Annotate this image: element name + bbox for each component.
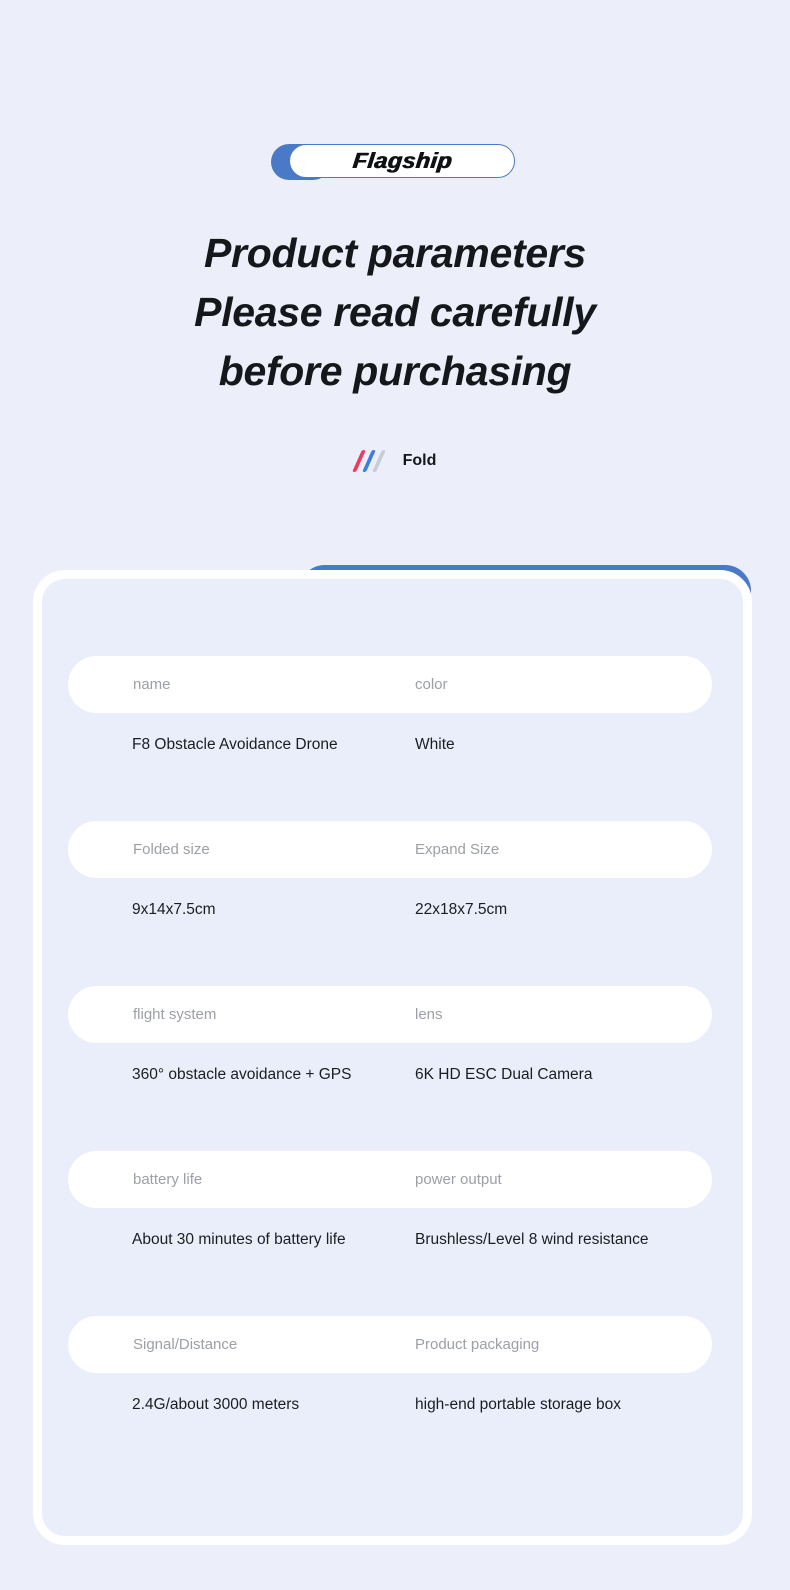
- row-label-left: flight system: [133, 1006, 217, 1023]
- page-title-line-3: before purchasing: [218, 348, 572, 394]
- row-label-pill: flight system lens: [68, 986, 712, 1043]
- row-label-right: lens: [415, 1006, 443, 1023]
- row-values: 9x14x7.5cm 22x18x7.5cm: [68, 901, 728, 927]
- row-value-right: Brushless/Level 8 wind resistance: [415, 1231, 649, 1248]
- flagship-badge: Flagship: [0, 144, 790, 180]
- row-value-right: 22x18x7.5cm: [415, 901, 508, 918]
- row-value-right: White: [415, 736, 455, 753]
- row-value-right: high-end portable storage box: [415, 1396, 621, 1413]
- row-label-left: Folded size: [133, 841, 210, 858]
- row-value-left: 360° obstacle avoidance + GPS: [132, 1066, 352, 1083]
- fold-marker: Fold: [0, 450, 790, 472]
- row-value-right: 6K HD ESC Dual Camera: [415, 1066, 593, 1083]
- row-label-left: Signal/Distance: [133, 1336, 238, 1353]
- row-values: F8 Obstacle Avoidance Drone White: [68, 736, 728, 762]
- parameters-card: name color F8 Obstacle Avoidance Drone Whit…: [0, 560, 790, 1560]
- page-title-line-1: Product parameters: [204, 230, 586, 276]
- row-value-left: About 30 minutes of battery life: [132, 1231, 346, 1248]
- row-values: 360° obstacle avoidance + GPS 6K HD ESC D…: [68, 1066, 728, 1092]
- row-label-pill: Folded size Expand Size: [68, 821, 712, 878]
- page-title: Product parameters Please read carefully…: [0, 224, 790, 401]
- badge-label: Flagship: [351, 148, 454, 173]
- parameters-table: name color F8 Obstacle Avoidance Drone Whit…: [0, 560, 790, 1560]
- row-label-pill: name color: [68, 656, 712, 713]
- row-label-pill: battery life power output: [68, 1151, 712, 1208]
- row-label-right: power output: [415, 1171, 502, 1188]
- row-label-pill: Signal/Distance Product packaging: [68, 1316, 712, 1373]
- row-label-right: Product packaging: [415, 1336, 540, 1353]
- table-row: flight system lens 360° obstacle avoidance…: [0, 986, 790, 1136]
- row-label-right: Expand Size: [415, 841, 500, 858]
- row-label-left: name: [133, 676, 171, 693]
- table-row: name color F8 Obstacle Avoidance Drone Whit…: [0, 656, 790, 806]
- table-row: Folded size Expand Size 9x14x7.5cm 22x18x7.…: [0, 821, 790, 971]
- badge-pill: Flagship: [289, 144, 515, 178]
- table-row: Signal/Distance Product packaging 2.4G/abo…: [0, 1316, 790, 1466]
- page-title-line-2: Please read carefully: [194, 289, 596, 335]
- row-label-left: battery life: [133, 1171, 203, 1188]
- row-label-right: color: [415, 676, 448, 693]
- row-values: 2.4G/about 3000 meters high-end portable …: [68, 1396, 728, 1422]
- fold-label: Fold: [402, 452, 437, 469]
- row-value-left: 9x14x7.5cm: [132, 901, 216, 918]
- row-value-left: F8 Obstacle Avoidance Drone: [132, 736, 338, 753]
- row-values: About 30 minutes of battery life Brushles…: [68, 1231, 728, 1257]
- triple-slash-icon: [351, 450, 390, 472]
- row-value-left: 2.4G/about 3000 meters: [132, 1396, 300, 1413]
- table-row: battery life power output About 30 minutes…: [0, 1151, 790, 1301]
